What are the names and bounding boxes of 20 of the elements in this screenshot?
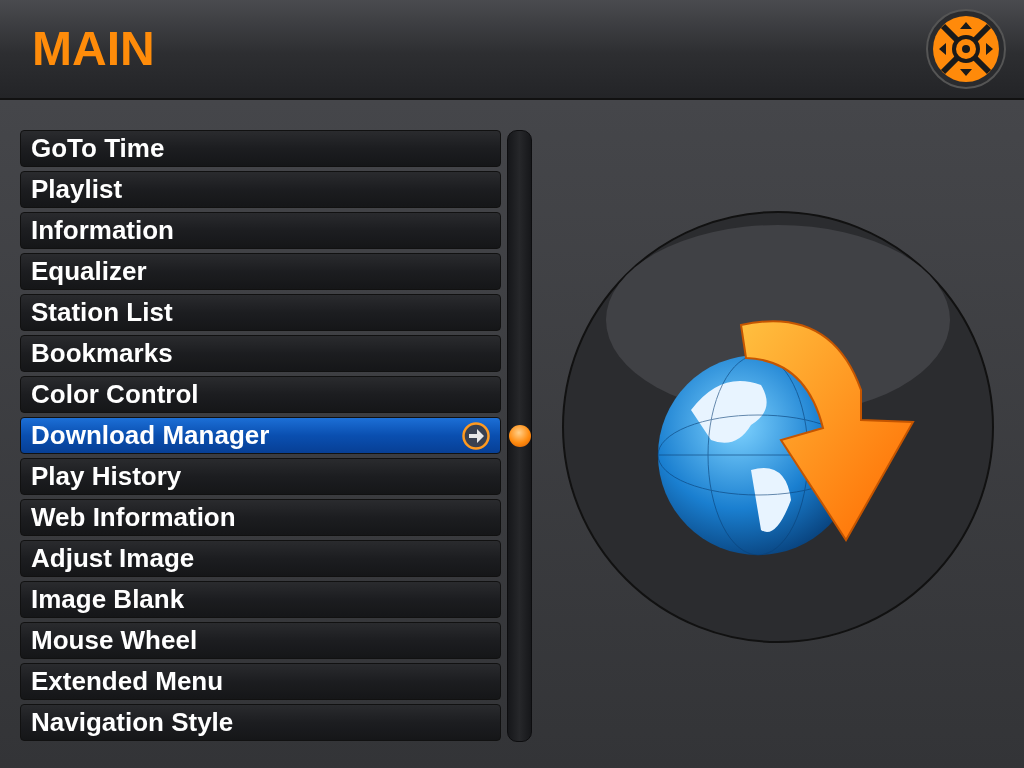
menu-item[interactable]: Playlist bbox=[20, 171, 501, 208]
menu-item[interactable]: Adjust Image bbox=[20, 540, 501, 577]
menu-item[interactable]: Color Control bbox=[20, 376, 501, 413]
menu-item[interactable]: Extended Menu bbox=[20, 663, 501, 700]
arrow-right-icon bbox=[462, 421, 490, 450]
menu-item[interactable]: Station List bbox=[20, 294, 501, 331]
scroll-track[interactable] bbox=[507, 130, 532, 742]
scroll-thumb[interactable] bbox=[508, 425, 531, 447]
menu-item[interactable]: GoTo Time bbox=[20, 130, 501, 167]
menu-item[interactable]: Navigation Style bbox=[20, 704, 501, 741]
screen-title: MAIN bbox=[32, 25, 155, 73]
menu-item[interactable]: Play History bbox=[20, 458, 501, 495]
menu-item[interactable]: Mouse Wheel bbox=[20, 622, 501, 659]
menu-item[interactable]: Web Information bbox=[20, 499, 501, 536]
menu-item[interactable]: Bookmarks bbox=[20, 335, 501, 372]
menu-item[interactable]: Download Manager bbox=[20, 417, 501, 454]
menu-item[interactable]: Image Blank bbox=[20, 581, 501, 618]
menu-item[interactable]: Equalizer bbox=[20, 253, 501, 290]
menu-item[interactable]: Information bbox=[20, 212, 501, 249]
navigation-pad-icon[interactable] bbox=[926, 9, 1006, 89]
